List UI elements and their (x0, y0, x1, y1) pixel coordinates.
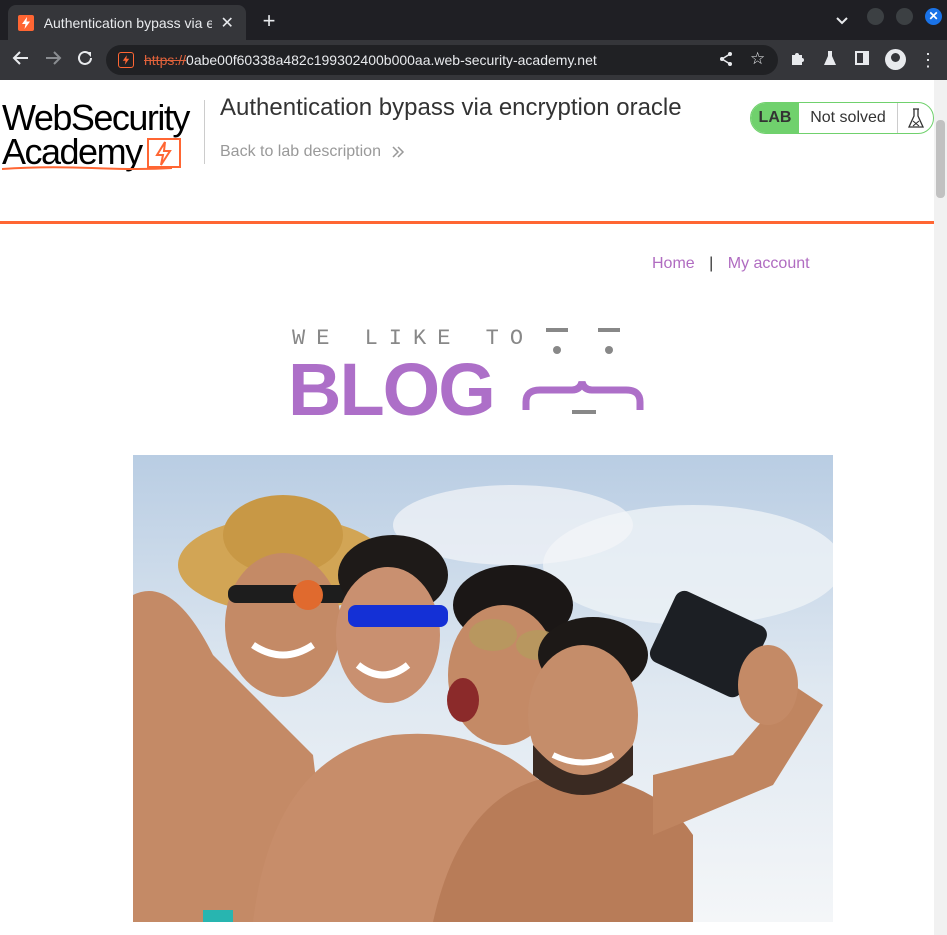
browser-toolbar: https://0abe00f60338a482c199302400b000aa… (0, 40, 947, 80)
reload-icon[interactable] (74, 49, 96, 71)
labs-flask-icon[interactable] (820, 50, 840, 70)
lab-status-text: Not solved (810, 109, 886, 126)
address-bar[interactable]: https://0abe00f60338a482c199302400b000aa… (106, 45, 778, 75)
double-chevron-right-icon (392, 146, 405, 158)
minimize-window-icon[interactable] (867, 8, 884, 25)
lab-status-widget: LAB Not solved (750, 102, 934, 134)
nav-separator: | (709, 255, 714, 272)
tab-title: Authentication bypass via encryption ora… (43, 14, 213, 31)
browser-tab-strip: Authentication bypass via encryption ora… (0, 0, 947, 40)
url-scheme: https:// (144, 52, 187, 68)
lab-title: Authentication bypass via encryption ora… (220, 94, 682, 121)
page-scrollbar[interactable] (934, 80, 947, 935)
url-text: https://0abe00f60338a482c199302400b000aa… (144, 52, 597, 68)
share-icon[interactable] (718, 51, 734, 72)
header-divider (204, 100, 205, 164)
site-info-icon[interactable] (118, 52, 134, 68)
blog-hero-image (133, 455, 833, 922)
site-nav: Home | My account (652, 255, 810, 273)
forward-arrow-icon[interactable] (42, 49, 64, 71)
my-account-link[interactable]: My account (728, 255, 810, 272)
extensions-puzzle-icon[interactable] (788, 50, 808, 70)
web-security-academy-logo[interactable]: WebSecurity Academy (2, 98, 202, 174)
home-link[interactable]: Home (652, 255, 695, 272)
back-arrow-icon[interactable] (10, 49, 32, 71)
url-host: 0abe00f60338a482c199302400b000aa.web-sec… (186, 52, 597, 68)
web-page: WebSecurity Academy Authentication bypas… (0, 80, 934, 935)
group-selfie-photo (133, 455, 833, 922)
lab-badge: LAB (751, 103, 799, 133)
lab-header: WebSecurity Academy Authentication bypas… (0, 80, 934, 224)
maximize-window-icon[interactable] (896, 8, 913, 25)
back-link-label: Back to lab description (220, 143, 381, 160)
blog-wordmark: BLOG (288, 348, 496, 431)
blog-logo: WE LIKE TO BLOG (288, 320, 648, 430)
logo-underline-icon (2, 166, 172, 170)
tab-close-icon[interactable]: ✕ (218, 13, 236, 33)
browser-menu-icon[interactable]: ⋮ (918, 50, 938, 70)
browser-tab[interactable]: Authentication bypass via encryption ora… (8, 5, 246, 40)
scrollbar-thumb[interactable] (936, 120, 945, 198)
lab-flask-icon (897, 103, 933, 133)
tab-search-chevron-icon[interactable] (836, 12, 848, 28)
portswigger-favicon-icon (18, 14, 34, 31)
blog-face-icon (522, 328, 644, 414)
side-panel-icon[interactable] (852, 50, 872, 70)
back-to-lab-description-link[interactable]: Back to lab description (220, 143, 405, 161)
close-window-icon[interactable]: ✕ (925, 8, 942, 25)
new-tab-icon[interactable]: + (258, 10, 280, 32)
bookmark-star-icon[interactable]: ☆ (750, 49, 765, 69)
profile-avatar-icon[interactable] (885, 49, 906, 70)
